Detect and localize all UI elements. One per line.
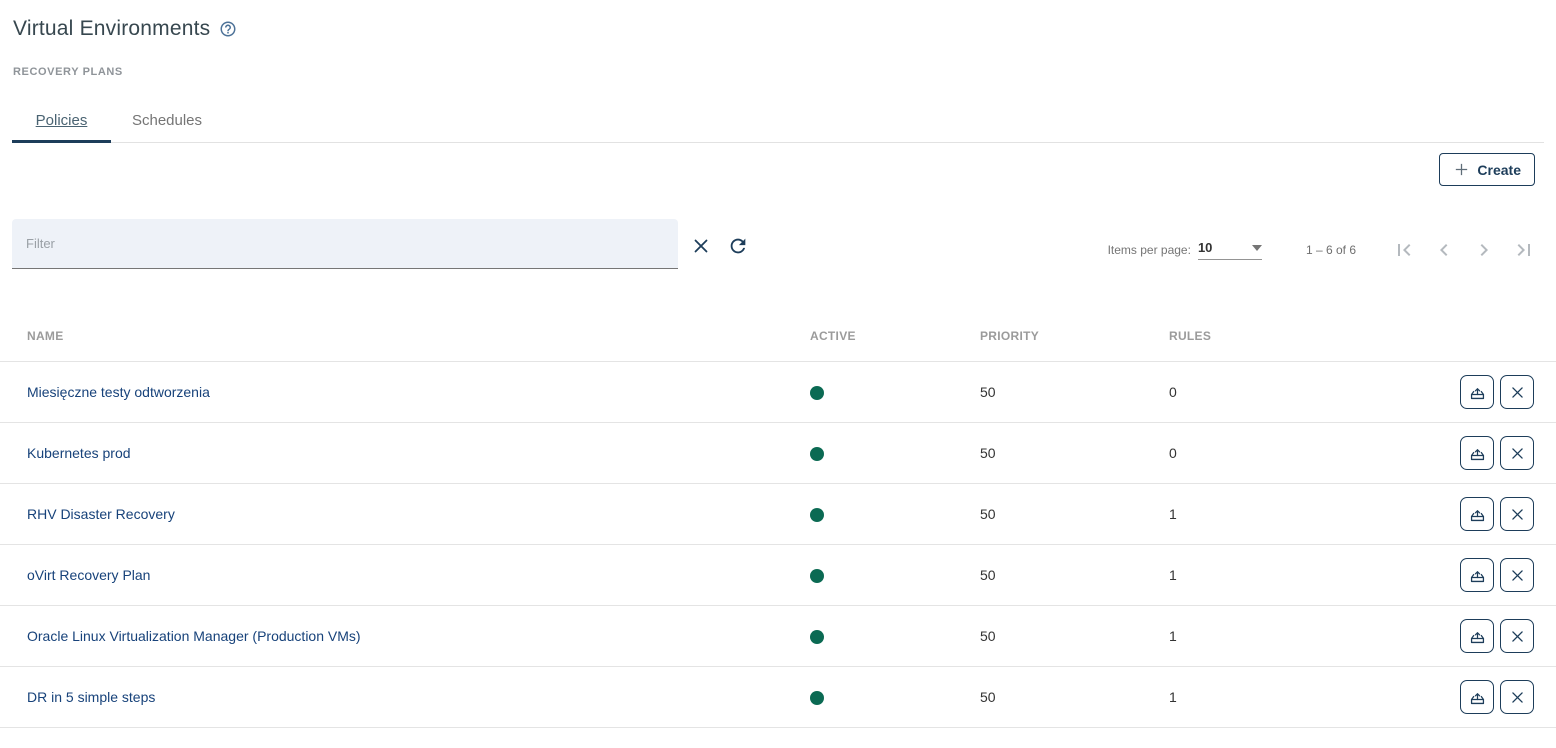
paginator: Items per page: 10 1 – 6 of 6 bbox=[1108, 236, 1544, 269]
items-per-page-select[interactable]: 10 bbox=[1198, 240, 1262, 260]
first-page-button[interactable] bbox=[1384, 236, 1424, 264]
table-row[interactable]: Miesięczne testy odtworzenia 50 0 bbox=[0, 362, 1556, 423]
delete-button[interactable] bbox=[1500, 436, 1534, 470]
rules-value: 0 bbox=[1157, 445, 1347, 461]
table-row[interactable]: RHV Disaster Recovery 50 1 bbox=[0, 484, 1556, 545]
restore-button[interactable] bbox=[1460, 619, 1494, 653]
first-page-icon bbox=[1392, 238, 1416, 262]
prev-page-icon bbox=[1432, 238, 1456, 262]
caret-down-icon bbox=[1252, 245, 1262, 251]
items-per-page-label: Items per page: bbox=[1108, 243, 1191, 257]
policy-name-link[interactable]: Miesięczne testy odtworzenia bbox=[27, 384, 210, 400]
filter-toolbar: Items per page: 10 1 – 6 of 6 bbox=[12, 219, 1544, 269]
rules-value: 1 bbox=[1157, 689, 1347, 705]
delete-button[interactable] bbox=[1500, 680, 1534, 714]
restore-icon bbox=[1468, 566, 1487, 585]
restore-icon bbox=[1468, 627, 1487, 646]
priority-value: 50 bbox=[968, 567, 1157, 583]
active-status-dot bbox=[810, 447, 824, 461]
policy-name-link[interactable]: oVirt Recovery Plan bbox=[27, 567, 150, 583]
active-status-dot bbox=[810, 508, 824, 522]
table-body: Miesięczne testy odtworzenia 50 0 bbox=[0, 362, 1556, 728]
create-button-label: Create bbox=[1477, 162, 1521, 178]
table-row[interactable]: DR in 5 simple steps 50 1 bbox=[0, 667, 1556, 728]
delete-button[interactable] bbox=[1500, 558, 1534, 592]
clear-filter-button[interactable] bbox=[692, 237, 710, 255]
next-page-icon bbox=[1472, 238, 1496, 262]
priority-value: 50 bbox=[968, 628, 1157, 644]
clear-filter-icon bbox=[692, 237, 710, 255]
tab-policies-label: Policies bbox=[36, 112, 88, 129]
last-page-button[interactable] bbox=[1504, 236, 1544, 264]
restore-button[interactable] bbox=[1460, 497, 1494, 531]
rules-value: 1 bbox=[1157, 567, 1347, 583]
restore-icon bbox=[1468, 383, 1487, 402]
create-button[interactable]: Create bbox=[1439, 153, 1535, 186]
plus-icon bbox=[1453, 161, 1470, 178]
page-header: Virtual Environments bbox=[0, 0, 1556, 41]
tab-bar: Policies Schedules bbox=[12, 99, 1544, 143]
delete-icon bbox=[1510, 690, 1525, 705]
help-icon bbox=[219, 20, 237, 38]
restore-icon bbox=[1468, 444, 1487, 463]
next-page-button[interactable] bbox=[1464, 236, 1504, 264]
delete-icon bbox=[1510, 568, 1525, 583]
column-header-rules: RULES bbox=[1157, 329, 1347, 343]
priority-value: 50 bbox=[968, 445, 1157, 461]
active-status-dot bbox=[810, 630, 824, 644]
delete-icon bbox=[1510, 507, 1525, 522]
rules-value: 0 bbox=[1157, 384, 1347, 400]
restore-button[interactable] bbox=[1460, 436, 1494, 470]
delete-icon bbox=[1510, 446, 1525, 461]
page-title: Virtual Environments bbox=[13, 17, 210, 41]
help-button[interactable] bbox=[219, 20, 237, 38]
filter-input[interactable] bbox=[12, 219, 678, 269]
tab-schedules[interactable]: Schedules bbox=[111, 99, 223, 142]
delete-button[interactable] bbox=[1500, 497, 1534, 531]
table-header: NAME ACTIVE PRIORITY RULES bbox=[0, 310, 1556, 362]
tab-policies[interactable]: Policies bbox=[12, 99, 111, 142]
tab-schedules-label: Schedules bbox=[132, 112, 202, 129]
delete-button[interactable] bbox=[1500, 619, 1534, 653]
policy-name-link[interactable]: DR in 5 simple steps bbox=[27, 689, 155, 705]
prev-page-button[interactable] bbox=[1424, 236, 1464, 264]
restore-button[interactable] bbox=[1460, 375, 1494, 409]
priority-value: 50 bbox=[968, 689, 1157, 705]
table-row[interactable]: oVirt Recovery Plan 50 1 bbox=[0, 545, 1556, 606]
restore-button[interactable] bbox=[1460, 558, 1494, 592]
items-per-page-value: 10 bbox=[1198, 240, 1212, 255]
priority-value: 50 bbox=[968, 506, 1157, 522]
rules-value: 1 bbox=[1157, 506, 1347, 522]
policy-name-link[interactable]: Kubernetes prod bbox=[27, 445, 131, 461]
column-header-active: ACTIVE bbox=[798, 329, 968, 343]
active-status-dot bbox=[810, 569, 824, 583]
column-header-priority: PRIORITY bbox=[968, 329, 1157, 343]
priority-value: 50 bbox=[968, 384, 1157, 400]
delete-icon bbox=[1510, 385, 1525, 400]
column-header-name: NAME bbox=[0, 329, 798, 343]
section-label: RECOVERY PLANS bbox=[13, 66, 1556, 78]
restore-icon bbox=[1468, 505, 1487, 524]
restore-icon bbox=[1468, 688, 1487, 707]
delete-button[interactable] bbox=[1500, 375, 1534, 409]
refresh-icon bbox=[727, 235, 749, 257]
table-row[interactable]: Kubernetes prod 50 0 bbox=[0, 423, 1556, 484]
pagination-nav bbox=[1384, 236, 1544, 264]
active-status-dot bbox=[810, 691, 824, 705]
toolbar: Create bbox=[0, 143, 1556, 186]
policy-name-link[interactable]: RHV Disaster Recovery bbox=[27, 506, 175, 522]
last-page-icon bbox=[1512, 238, 1536, 262]
refresh-button[interactable] bbox=[727, 235, 749, 257]
restore-button[interactable] bbox=[1460, 680, 1494, 714]
page-range-label: 1 – 6 of 6 bbox=[1306, 243, 1356, 257]
active-status-dot bbox=[810, 386, 824, 400]
delete-icon bbox=[1510, 629, 1525, 644]
table-row[interactable]: Oracle Linux Virtualization Manager (Pro… bbox=[0, 606, 1556, 667]
policy-name-link[interactable]: Oracle Linux Virtualization Manager (Pro… bbox=[27, 628, 361, 644]
rules-value: 1 bbox=[1157, 628, 1347, 644]
